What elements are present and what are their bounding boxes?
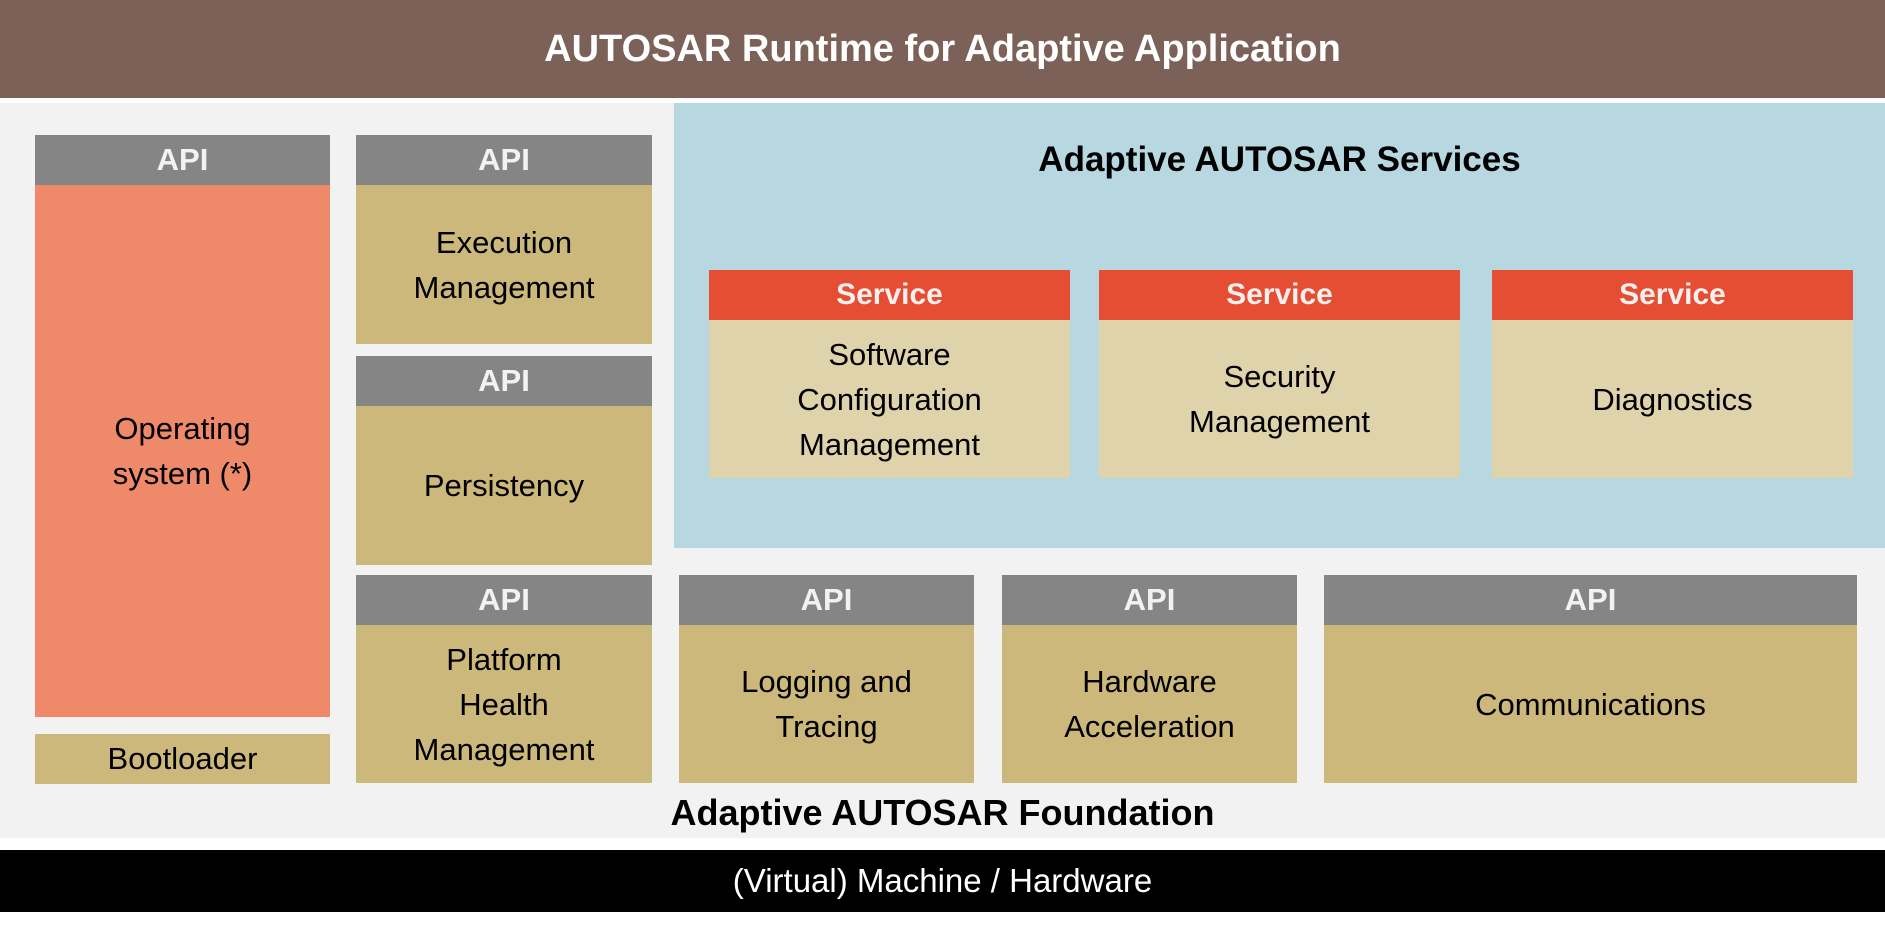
services-title: Adaptive AUTOSAR Services bbox=[1038, 140, 1521, 179]
bootloader-block[interactable]: Bootloader bbox=[35, 734, 330, 784]
platform-health-management-label: Platform Health Management bbox=[356, 625, 652, 783]
hardware-acceleration-block[interactable]: API Hardware Acceleration bbox=[1002, 575, 1297, 783]
app-runtime-header: AUTOSAR Runtime for Adaptive Application bbox=[0, 0, 1885, 98]
operating-system-label: Operating system (*) bbox=[35, 185, 330, 717]
api-header: API bbox=[1002, 575, 1297, 625]
execution-management-label: Execution Management bbox=[356, 185, 652, 344]
logging-and-tracing-block[interactable]: API Logging and Tracing bbox=[679, 575, 974, 783]
service-security-management[interactable]: Service Security Management bbox=[1099, 270, 1460, 478]
persistency-block[interactable]: API Persistency bbox=[356, 356, 652, 565]
service-header: Service bbox=[1492, 270, 1853, 320]
api-header: API bbox=[356, 575, 652, 625]
header-title: AUTOSAR Runtime for Adaptive Application bbox=[544, 27, 1341, 70]
service-software-configuration-management[interactable]: Service Software Configuration Managemen… bbox=[709, 270, 1070, 478]
logging-and-tracing-label: Logging and Tracing bbox=[679, 625, 974, 783]
hardware-label: (Virtual) Machine / Hardware bbox=[732, 862, 1153, 899]
foundation-title: Adaptive AUTOSAR Foundation bbox=[670, 792, 1215, 833]
service-label: Security Management bbox=[1099, 320, 1460, 478]
hardware-acceleration-label: Hardware Acceleration bbox=[1002, 625, 1297, 783]
service-header: Service bbox=[1099, 270, 1460, 320]
service-header: Service bbox=[709, 270, 1070, 320]
communications-block[interactable]: API Communications bbox=[1324, 575, 1857, 783]
api-header: API bbox=[35, 135, 330, 185]
service-diagnostics[interactable]: Service Diagnostics bbox=[1492, 270, 1853, 478]
api-header: API bbox=[356, 356, 652, 406]
service-label: Diagnostics bbox=[1492, 320, 1853, 478]
persistency-label: Persistency bbox=[356, 406, 652, 565]
platform-health-management-block[interactable]: API Platform Health Management bbox=[356, 575, 652, 783]
operating-system-block[interactable]: API Operating system (*) bbox=[35, 135, 330, 717]
api-header: API bbox=[679, 575, 974, 625]
execution-management-block[interactable]: API Execution Management bbox=[356, 135, 652, 344]
api-header: API bbox=[1324, 575, 1857, 625]
hardware-bar: (Virtual) Machine / Hardware bbox=[0, 850, 1885, 912]
service-label: Software Configuration Management bbox=[709, 320, 1070, 478]
api-header: API bbox=[356, 135, 652, 185]
bootloader-label: Bootloader bbox=[107, 741, 258, 776]
communications-label: Communications bbox=[1324, 625, 1857, 783]
